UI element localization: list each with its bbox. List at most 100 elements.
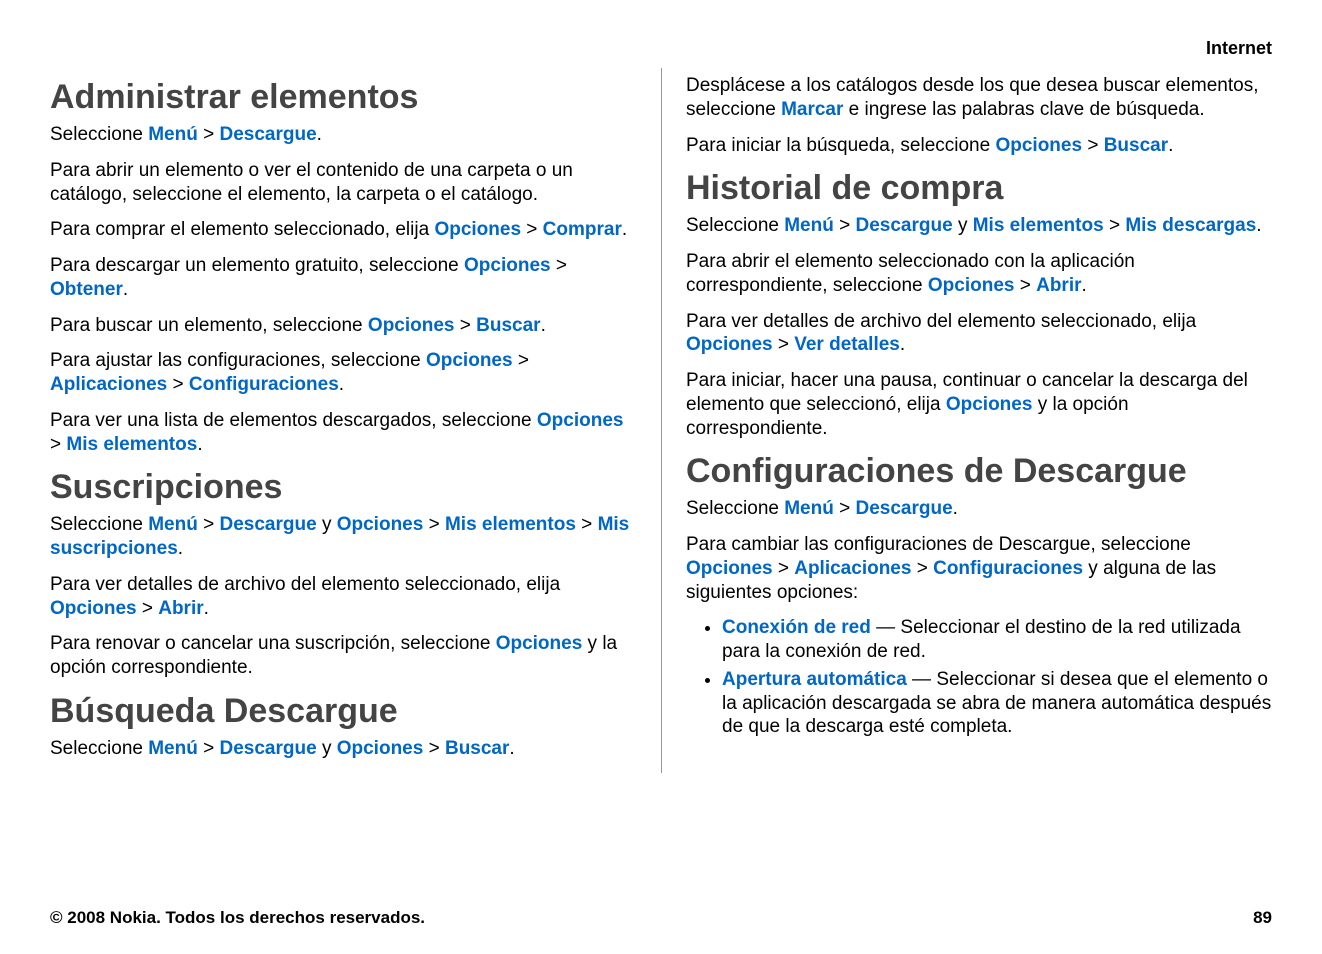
text: Para ver una lista de elementos descarga… [50,410,537,431]
section-header: Internet [1206,38,1272,59]
separator: > [423,514,445,535]
separator: > [773,558,795,579]
para: Para iniciar la búsqueda, seleccione Opc… [686,134,1272,158]
keyword-opciones: Opciones [337,738,424,759]
para: Para descargar un elemento gratuito, sel… [50,254,637,302]
text: Seleccione [686,215,784,236]
separator: > [137,598,159,619]
keyword-opciones: Opciones [946,394,1033,415]
keyword-opciones: Opciones [496,633,583,654]
separator: > [423,738,445,759]
keyword-marcar: Marcar [781,99,843,120]
text: . [339,374,344,395]
keyword-mis-elementos: Mis elementos [973,215,1104,236]
para: Para buscar un elemento, seleccione Opci… [50,314,637,338]
keyword-menu: Menú [148,738,198,759]
keyword-opciones: Opciones [434,219,521,240]
separator: > [513,350,529,371]
keyword-opciones: Opciones [686,558,773,579]
separator: > [455,315,477,336]
text: . [178,538,183,559]
para: Seleccione Menú > Descargue. [50,123,637,147]
text: Seleccione [50,514,148,535]
keyword-ver-detalles: Ver detalles [794,334,900,355]
text: Para comprar el elemento seleccionado, e… [50,219,434,240]
keyword-buscar: Buscar [476,315,540,336]
separator: > [1082,135,1104,156]
text: Seleccione [50,124,148,145]
keyword-opciones: Opciones [368,315,455,336]
heading-configuraciones: Configuraciones de Descargue [686,452,1272,491]
list-item: Apertura automática — Seleccionar si des… [722,668,1272,739]
page-number: 89 [1253,908,1272,928]
keyword-opciones: Opciones [50,598,137,619]
text: Para descargar un elemento gratuito, sel… [50,255,464,276]
keyword-menu: Menú [784,498,834,519]
para: Para ver detalles de archivo del element… [686,310,1272,358]
keyword-apertura-automatica: Apertura automática [722,669,907,690]
text: Para iniciar la búsqueda, seleccione [686,135,995,156]
separator: > [576,514,598,535]
para: Para ver detalles de archivo del element… [50,573,637,621]
text: . [541,315,546,336]
keyword-opciones: Opciones [337,514,424,535]
text: . [204,598,209,619]
text: . [317,124,322,145]
separator: > [551,255,567,276]
para: Para comprar el elemento seleccionado, e… [50,218,637,242]
separator: > [834,215,856,236]
heading-administrar: Administrar elementos [50,78,637,117]
text: Para cambiar las configuraciones de Desc… [686,534,1191,555]
keyword-aplicaciones: Aplicaciones [50,374,167,395]
para: Para ajustar las configuraciones, selecc… [50,349,637,397]
text: y [317,514,337,535]
keyword-descargue: Descargue [856,498,953,519]
separator: > [50,434,66,455]
para: Seleccione Menú > Descargue y Mis elemen… [686,214,1272,238]
keyword-opciones: Opciones [464,255,551,276]
text: . [1168,135,1173,156]
right-column: Desplácese a los catálogos desde los que… [661,68,1272,773]
separator: > [167,374,189,395]
text: Seleccione [686,498,784,519]
keyword-opciones: Opciones [995,135,1082,156]
separator: > [1014,275,1036,296]
options-list: Conexión de red — Seleccionar el destino… [686,616,1272,739]
text: Para buscar un elemento, seleccione [50,315,368,336]
keyword-opciones: Opciones [686,334,773,355]
separator: > [1104,215,1126,236]
para: Seleccione Menú > Descargue y Opciones >… [50,737,637,761]
keyword-opciones: Opciones [928,275,1015,296]
separator: > [773,334,795,355]
heading-busqueda: Búsqueda Descargue [50,692,637,731]
text: . [123,279,128,300]
keyword-configuraciones: Configuraciones [933,558,1083,579]
para: Para cambiar las configuraciones de Desc… [686,533,1272,604]
para: Para abrir el elemento seleccionado con … [686,250,1272,298]
text: . [197,434,202,455]
text: Para renovar o cancelar una suscripción,… [50,633,496,654]
para: Para abrir un elemento o ver el contenid… [50,159,637,207]
keyword-descargue: Descargue [220,514,317,535]
para: Para ver una lista de elementos descarga… [50,409,637,457]
keyword-descargue: Descargue [220,738,317,759]
keyword-opciones: Opciones [537,410,624,431]
text: y [953,215,973,236]
copyright: © 2008 Nokia. Todos los derechos reserva… [50,908,425,928]
keyword-mis-descargas: Mis descargas [1125,215,1256,236]
text: . [1256,215,1261,236]
keyword-menu: Menú [784,215,834,236]
keyword-opciones: Opciones [426,350,513,371]
left-column: Administrar elementos Seleccione Menú > … [50,68,661,773]
text: y [317,738,337,759]
para: Para iniciar, hacer una pausa, continuar… [686,369,1272,440]
text: Seleccione [50,738,148,759]
keyword-descargue: Descargue [856,215,953,236]
text: Para ver detalles de archivo del element… [686,311,1196,332]
text: . [622,219,627,240]
text: Para ajustar las configuraciones, selecc… [50,350,426,371]
separator: > [521,219,543,240]
keyword-configuraciones: Configuraciones [189,374,339,395]
keyword-menu: Menú [148,514,198,535]
text: . [509,738,514,759]
